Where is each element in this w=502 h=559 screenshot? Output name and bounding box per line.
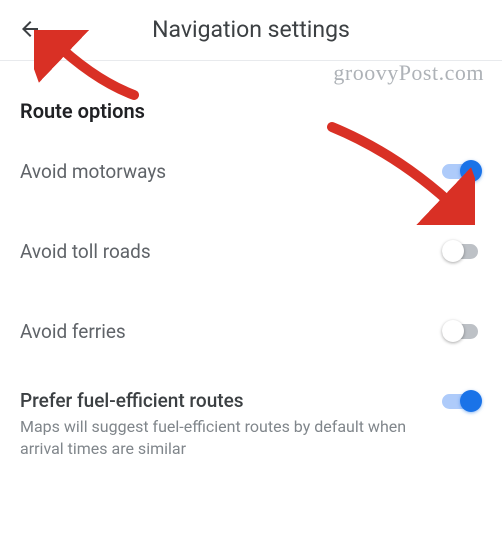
option-avoid-toll-roads: Avoid toll roads xyxy=(0,211,502,291)
toggle-avoid-motorways[interactable] xyxy=(442,159,482,183)
option-label: Avoid ferries xyxy=(20,320,442,343)
back-button[interactable] xyxy=(16,15,44,43)
watermark: groovyPost.com xyxy=(333,60,484,86)
toggle-fuel-efficient[interactable] xyxy=(442,389,482,413)
option-label: Avoid toll roads xyxy=(20,240,442,263)
option-description: Maps will suggest fuel-efficient routes … xyxy=(20,416,442,459)
option-label: Prefer fuel-efficient routes xyxy=(20,389,442,412)
option-fuel-efficient: Prefer fuel-efficient routes Maps will s… xyxy=(0,371,502,473)
page-title: Navigation settings xyxy=(0,16,502,43)
back-arrow-icon xyxy=(18,17,42,41)
toggle-avoid-ferries[interactable] xyxy=(442,319,482,343)
option-label: Avoid motorways xyxy=(20,160,442,183)
option-avoid-motorways: Avoid motorways xyxy=(0,131,502,211)
toggle-avoid-toll-roads[interactable] xyxy=(442,239,482,263)
option-avoid-ferries: Avoid ferries xyxy=(0,291,502,371)
